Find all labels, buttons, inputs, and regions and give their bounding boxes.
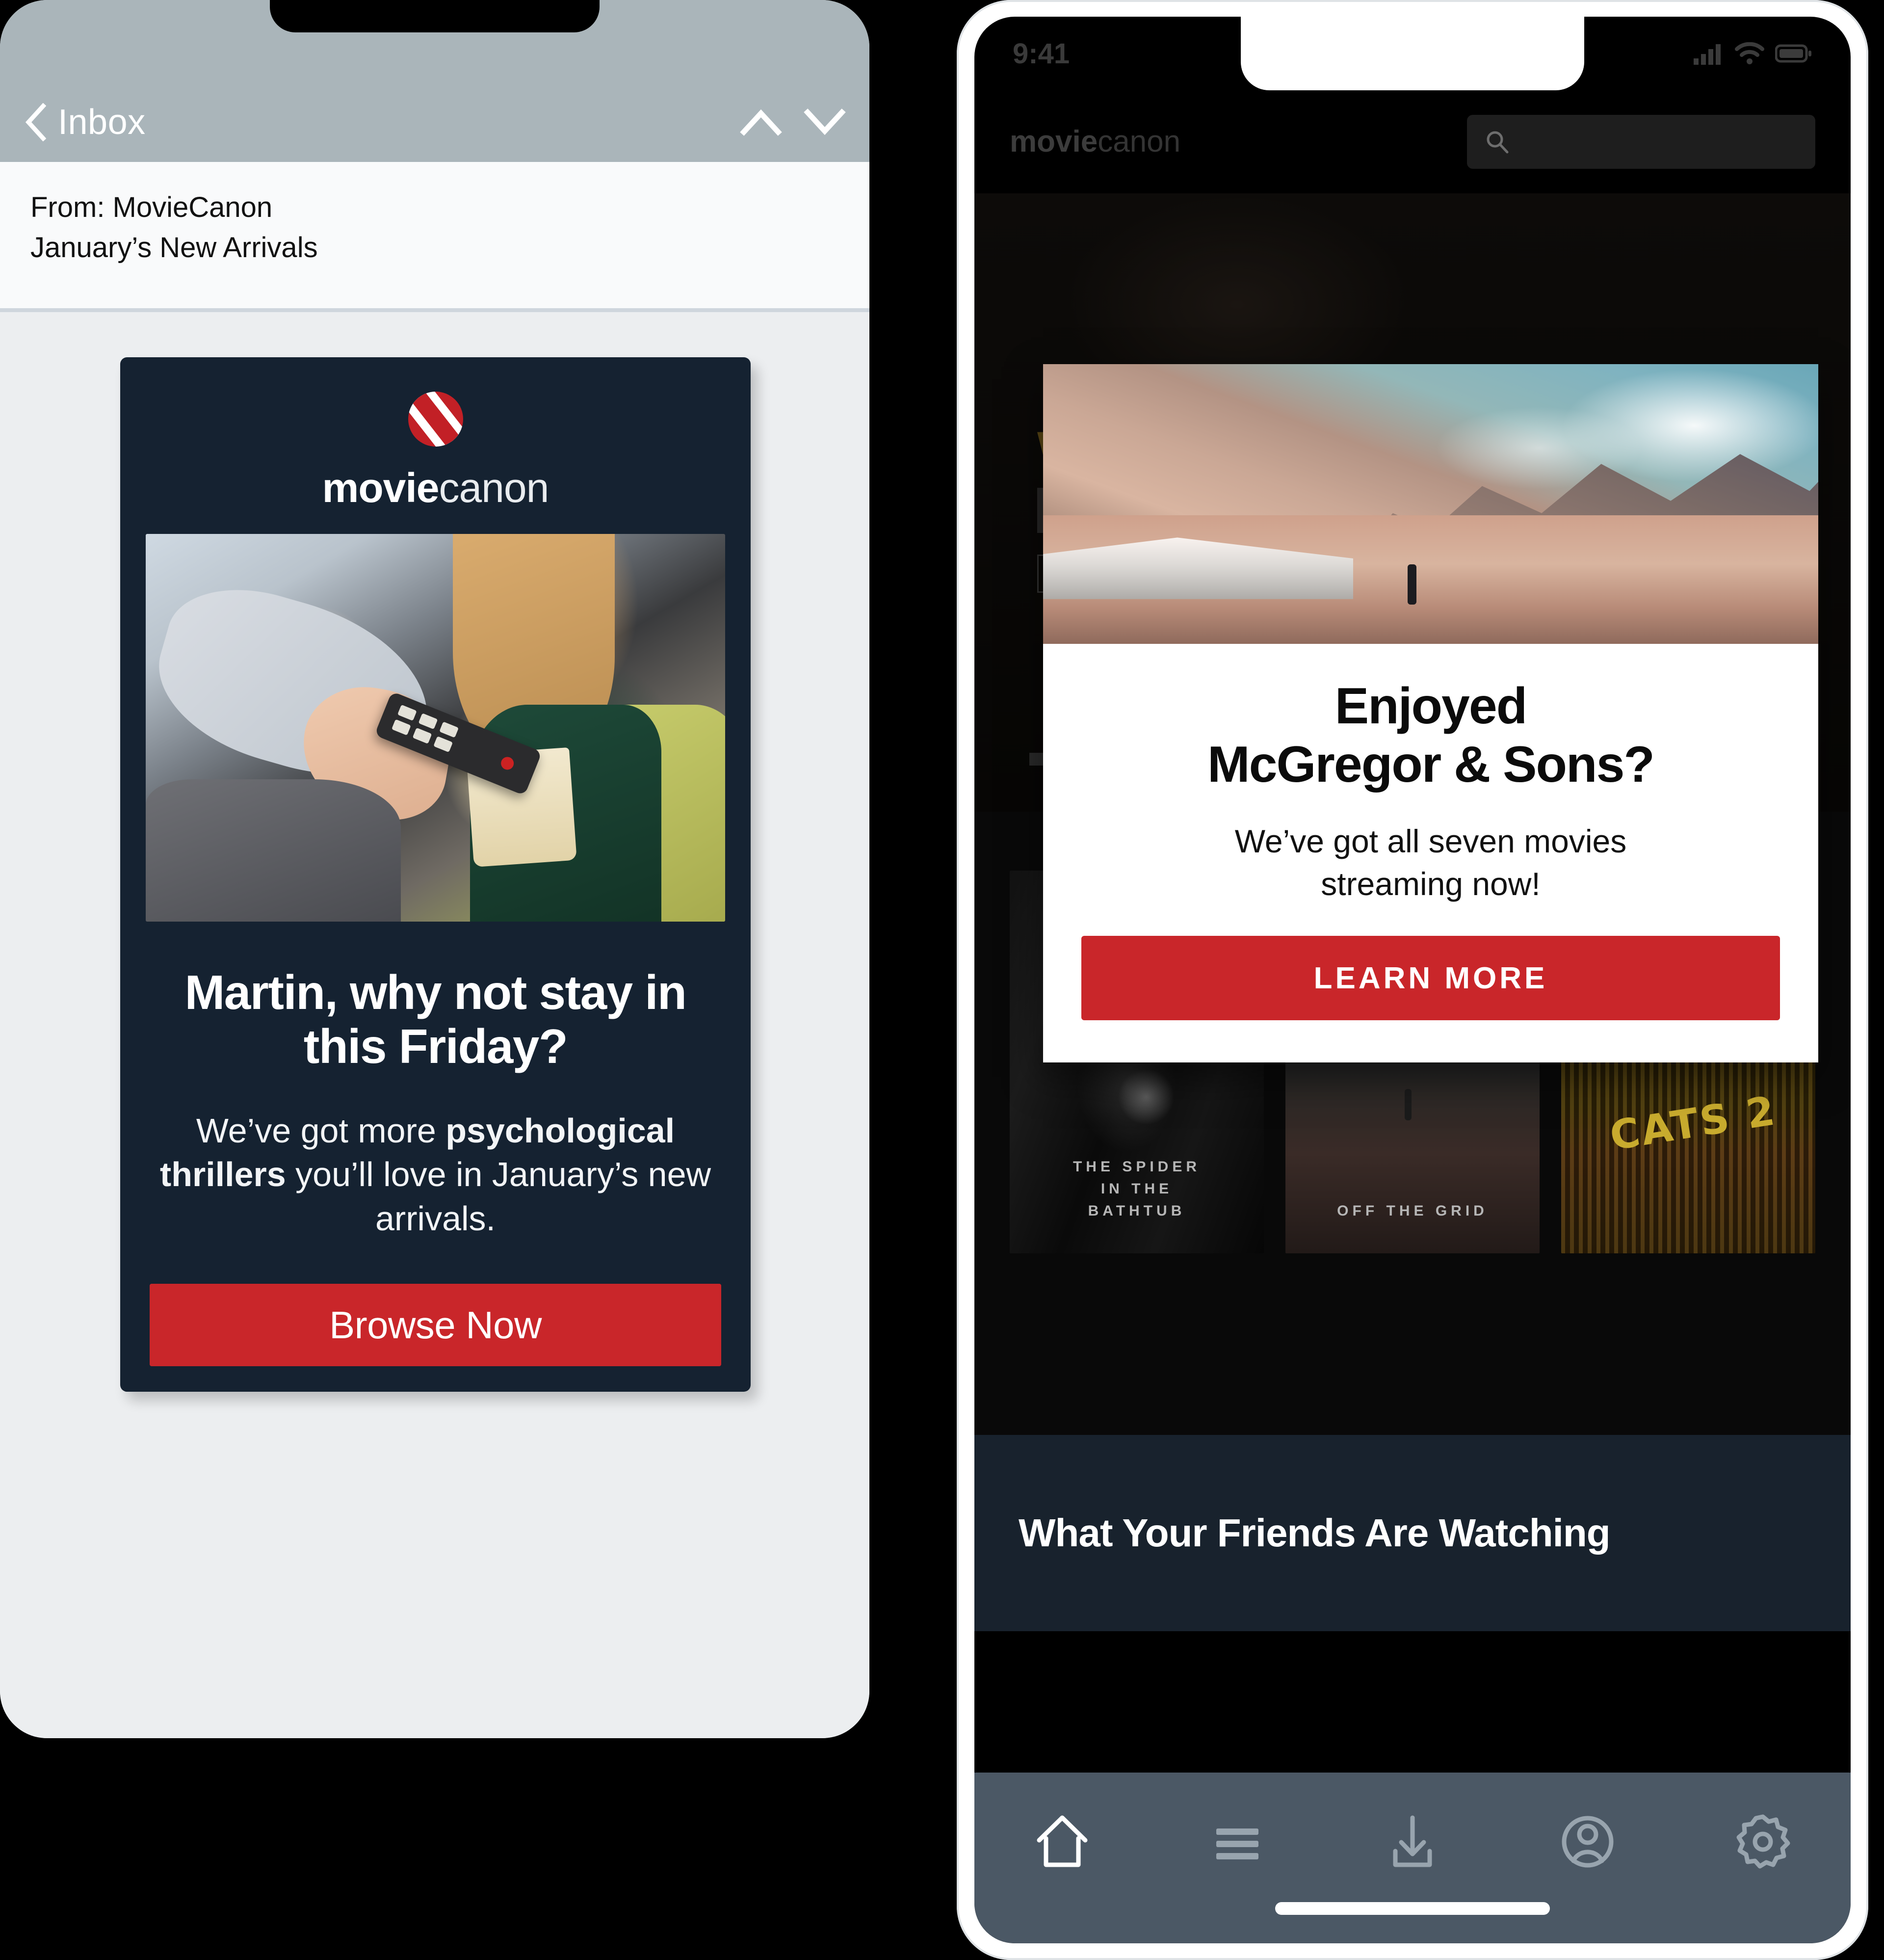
phone-notch [270,0,600,32]
movie-poster-title: CATS 2 [1607,1087,1780,1160]
download-icon [1381,1810,1444,1874]
home-indicator [1275,1902,1550,1915]
email-body-text: We’ve got more psychological thrillers y… [149,1109,722,1241]
search-input[interactable] [1467,115,1815,169]
chevron-down-icon[interactable] [804,108,846,136]
message-header: From: MovieCanon January’s New Arrivals [0,162,869,309]
chevron-up-icon[interactable] [740,108,782,136]
app-brand-wordmark: movie canon [1010,127,1180,157]
promo-modal: Enjoyed McGregor & Sons? We’ve got all s… [1043,364,1818,1063]
learn-more-button[interactable]: LEARN MORE [1081,936,1780,1021]
modal-subtitle: We’ve got all seven movies streaming now… [1081,820,1780,905]
movie-poster-title: OFF THE GRID [1337,1203,1488,1219]
email-body-after: you’ll love in January’s new arrivals. [286,1155,711,1238]
app-header: movie canon [974,90,1851,193]
two-phone-mockup: Inbox From: MovieCanon January’s New Arr… [0,0,1884,1960]
modal-title: Enjoyed McGregor & Sons? [1081,677,1780,794]
brand-wordmark: movie canon [322,465,550,511]
friends-watching-section: What Your Friends Are Watching [974,1435,1851,1631]
tab-downloads[interactable] [1368,1805,1457,1879]
brand-wordmark-bold: movie [322,465,440,511]
user-profile-icon [1556,1810,1620,1874]
divider [0,308,869,312]
wifi-icon [1735,42,1764,65]
message-subject: January’s New Arrivals [30,232,318,264]
filmstrip-logo-icon [408,392,463,447]
friends-watching-title: What Your Friends Are Watching [1019,1511,1611,1555]
message-body: movie canon Martin, why not stay in this… [0,312,869,1738]
tab-profile[interactable] [1544,1805,1632,1879]
email-phone: Inbox From: MovieCanon January’s New Arr… [0,0,869,1738]
hamburger-menu-icon [1205,1810,1269,1874]
modal-body: Enjoyed McGregor & Sons? We’ve got all s… [1043,644,1818,1062]
status-bar-time: 9:41 [1013,37,1070,70]
modal-hero-image [1043,364,1818,644]
app-brand-bold: movie [1010,125,1098,159]
email-hero-image [146,534,725,922]
home-icon [1030,1810,1094,1874]
chevron-left-icon[interactable] [24,103,46,141]
email-promo-card: movie canon Martin, why not stay in this… [120,357,751,1392]
browse-now-button[interactable]: Browse Now [150,1284,721,1367]
email-brand-block: movie canon [120,357,751,508]
modal-subtitle-line2: streaming now! [1321,866,1541,902]
app-screen: 9:41 movie canon THE SPIDER IN THE BATHT… [974,17,1851,1943]
phone-notch [1241,17,1584,90]
brand-wordmark-light: canon [439,465,549,511]
modal-subtitle-line1: We’ve got all seven movies [1234,823,1627,860]
message-from: From: MovieCanon [30,191,273,223]
modal-title-line2: McGregor & Sons? [1207,736,1655,793]
tab-settings[interactable] [1719,1805,1807,1879]
tab-menu[interactable] [1193,1805,1282,1879]
gear-icon [1731,1810,1795,1874]
tab-home[interactable] [1018,1805,1106,1879]
app-brand-light: canon [1098,125,1181,159]
bottom-tab-bar [974,1773,1851,1943]
modal-title-line1: Enjoyed [1334,678,1528,735]
email-headline: Martin, why not stay in this Friday? [184,965,687,1073]
browse-now-label: Browse Now [329,1303,542,1347]
search-icon [1485,129,1510,155]
back-to-inbox-label[interactable]: Inbox [58,105,146,140]
battery-icon [1775,44,1812,63]
app-phone: 9:41 movie canon THE SPIDER IN THE BATHT… [957,0,1868,1960]
movie-poster-title: THE SPIDER IN THE BATHTUB [1073,1159,1201,1219]
cellular-bars-icon [1693,42,1724,65]
learn-more-label: LEARN MORE [1313,961,1548,995]
email-body-before: We’ve got more [196,1111,446,1150]
